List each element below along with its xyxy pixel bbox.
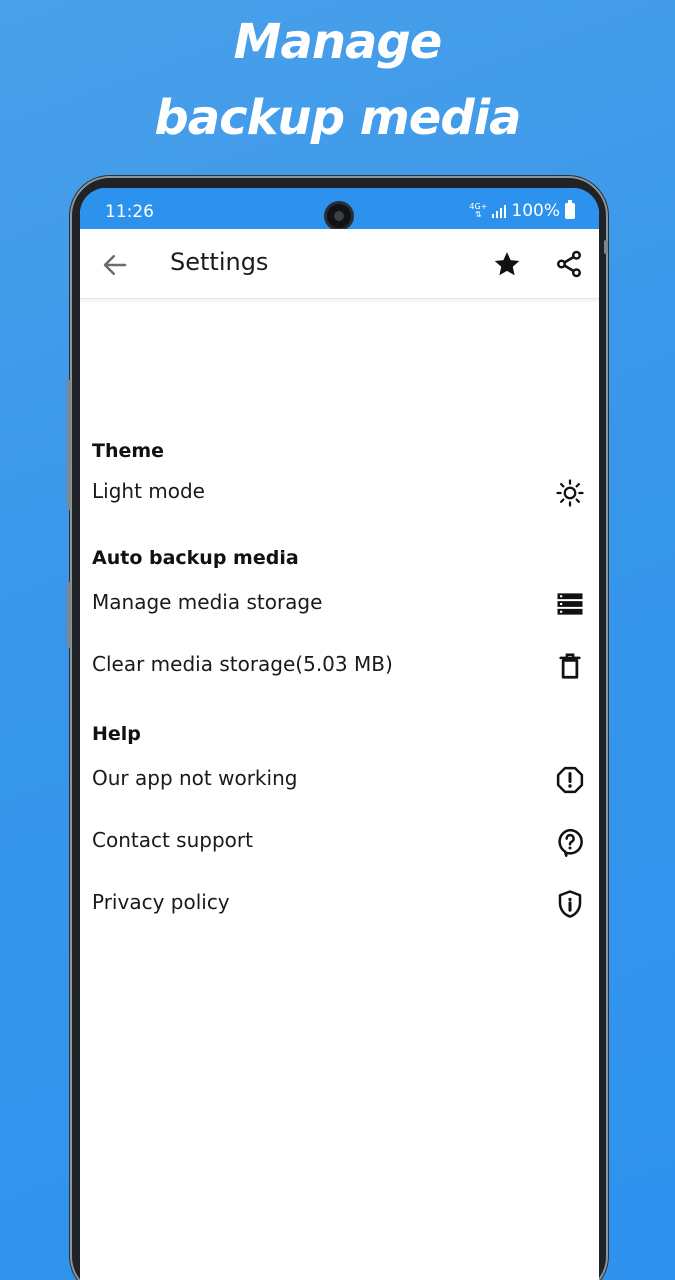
star-icon [494,252,520,276]
status-time: 11:26 [105,202,154,222]
setting-label: Manage media storage [92,590,323,614]
battery-icon [565,200,575,219]
section-title-theme: Theme [92,440,165,462]
status-indicators: 4G+ ⇅ 100% [469,200,575,221]
setting-light-mode[interactable]: Light mode [80,465,599,521]
setting-label: Privacy policy [92,890,230,914]
power-button [604,240,608,254]
setting-contact-support[interactable]: Contact support [80,814,599,870]
back-button[interactable] [100,250,130,280]
share-button[interactable] [554,249,584,279]
setting-label: Clear media storage(5.03 MB) [92,652,393,676]
section-title-backup: Auto backup media [92,547,299,569]
storage-icon [555,589,585,619]
setting-clear-media-storage[interactable]: Clear media storage(5.03 MB) [80,638,599,694]
promo-line-1: Manage [233,14,443,70]
battery-percent: 100% [511,201,560,221]
promo-line-2: backup media [154,90,521,146]
shield-info-icon [555,889,585,919]
setting-privacy-policy[interactable]: Privacy policy [80,876,599,932]
sun-icon [555,478,585,508]
status-bar: 11:26 4G+ ⇅ 100% [80,188,599,231]
side-button [67,582,71,648]
section-title-help: Help [92,723,141,745]
setting-label: Our app not working [92,766,298,790]
app-bar: Settings [80,229,599,299]
phone-screen: 11:26 4G+ ⇅ 100% Settings Theme Light mo… [80,188,599,1280]
alert-octagon-icon [555,765,585,795]
page-title: Settings [170,248,269,276]
signal-icon [492,204,507,218]
help-chat-icon [555,827,585,857]
network-type-icon: 4G+ ⇅ [469,203,487,219]
setting-app-not-working[interactable]: Our app not working [80,752,599,808]
promo-headline: Manage backup media [0,4,675,156]
volume-button [67,380,71,510]
share-icon [557,250,581,278]
setting-label: Contact support [92,828,253,852]
trash-icon [555,651,585,681]
front-camera [324,201,354,231]
back-arrow-icon [103,255,127,275]
setting-manage-media-storage[interactable]: Manage media storage [80,576,599,632]
setting-label: Light mode [92,479,205,503]
data-arrows-icon: ⇅ [475,210,482,219]
rate-button[interactable] [492,249,522,279]
